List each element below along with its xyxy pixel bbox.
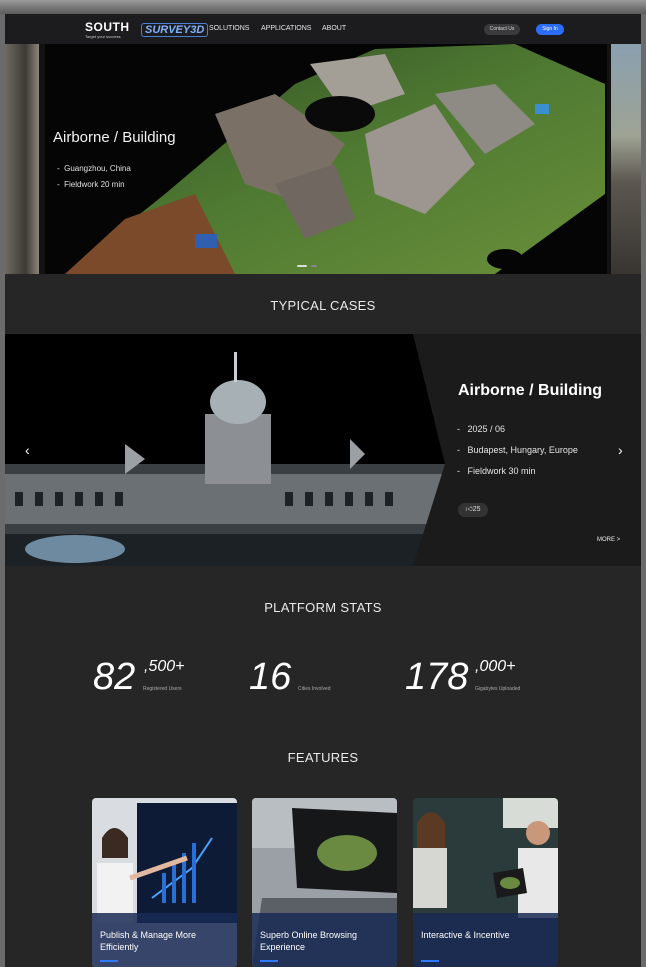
like-button[interactable]: 👍︎25: [458, 503, 488, 517]
feature-card-interactive[interactable]: Interactive & Incentive: [413, 798, 558, 967]
hero-next-slide-preview[interactable]: [611, 44, 641, 274]
typical-cases-heading: TYPICAL CASES: [270, 298, 376, 313]
product-logo[interactable]: SURVEY3D: [141, 23, 209, 37]
stat-cities-label: Cities Involved: [298, 686, 331, 692]
feature-card-label: Interactive & Incentive: [421, 930, 510, 940]
chevron-left-icon[interactable]: ‹: [25, 442, 30, 458]
carousel-dot[interactable]: [311, 265, 317, 267]
case-location: - Budapest, Hungary, Europe: [457, 445, 578, 455]
platform-stats-heading: PLATFORM STATS: [264, 600, 382, 615]
stat-cities-number: 16: [249, 656, 292, 698]
brand-logo[interactable]: SOUTH Target your success: [85, 21, 130, 42]
feature-card-publish[interactable]: Publish & Manage More Efficiently: [92, 798, 237, 967]
stat-gigabytes-label: Gigabytes Uploaded: [475, 686, 521, 692]
nav-link-solutions[interactable]: SOLUTIONS: [209, 25, 249, 32]
stat-users-number: 82: [93, 656, 136, 698]
feature-card-accent-bar: [260, 960, 278, 962]
like-count: 25: [472, 506, 481, 513]
hero-carousel: [5, 44, 641, 274]
feature-card-label: Publish & Manage More Efficiently: [100, 930, 197, 952]
nav-link-about[interactable]: ABOUT: [322, 25, 346, 32]
hero-location: - Guangzhou, China: [57, 164, 131, 173]
case-fieldwork: - Fieldwork 30 min: [457, 466, 536, 476]
contact-us-button[interactable]: Contact Us: [484, 24, 520, 35]
feature-card-label: Superb Online Browsing Experience: [260, 930, 358, 952]
feature-card-browsing[interactable]: Superb Online Browsing Experience: [252, 798, 397, 967]
hero-fieldwork: - Fieldwork 20 min: [57, 180, 125, 189]
stat-gigabytes-number: 178: [405, 656, 469, 698]
case-title: Airborne / Building: [458, 382, 602, 399]
more-link[interactable]: MORE >: [597, 537, 620, 543]
hero-prev-slide-preview[interactable]: [5, 44, 39, 274]
feature-card-accent-bar: [100, 960, 118, 962]
sign-in-button[interactable]: Sign In: [536, 24, 564, 35]
feature-card-accent-bar: [421, 960, 439, 962]
case-date: - 2025 / 06: [457, 424, 506, 434]
top-nav: SOUTH Target your success SURVEY3D SOLUT…: [5, 14, 641, 44]
point-cloud-campus-image: [65, 44, 605, 274]
stat-users-suffix: ,500+: [144, 658, 185, 675]
features-heading: FEATURES: [287, 750, 359, 765]
nav-link-applications[interactable]: APPLICATIONS: [261, 25, 311, 32]
hero-slide-image[interactable]: [45, 44, 607, 274]
hero-title: Airborne / Building: [53, 129, 176, 146]
thumbs-up-icon: 👍︎: [465, 506, 473, 513]
chevron-right-icon[interactable]: ›: [618, 442, 623, 458]
carousel-dot-active[interactable]: [297, 265, 307, 267]
stat-users-label: Registered Users: [143, 686, 182, 692]
people-tablet-image: [413, 798, 558, 967]
stat-gigabytes-suffix: ,000+: [475, 658, 516, 675]
page-frame: SOUTH Target your success SURVEY3D SOLUT…: [5, 14, 641, 967]
browser-top-strip: [0, 0, 646, 14]
